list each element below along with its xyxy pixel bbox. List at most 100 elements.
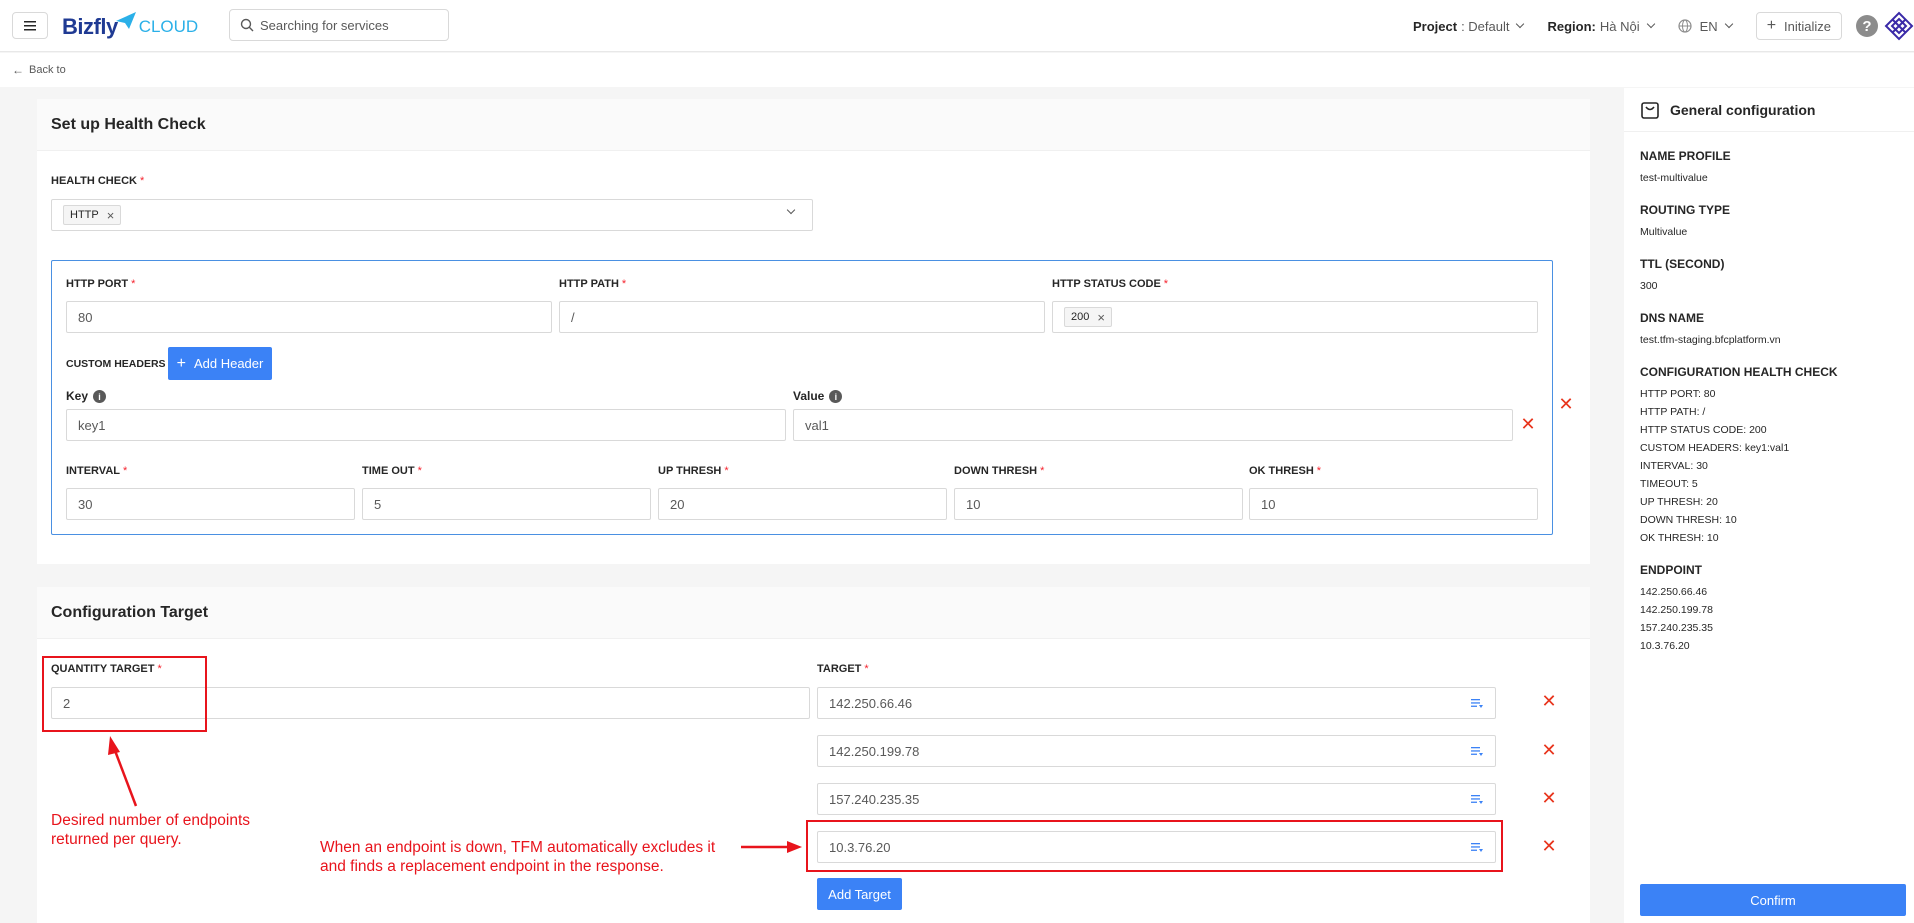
label-text: Key xyxy=(66,389,89,403)
health-check-tag: HTTP × xyxy=(63,205,122,225)
http-port-input[interactable]: 80 xyxy=(66,301,552,333)
summary-line: HTTP STATUS CODE: 200 xyxy=(1640,424,1767,436)
brand-logo[interactable]: Bizfly CLOUD xyxy=(62,12,198,42)
up-thresh-input[interactable]: 20 xyxy=(658,488,947,520)
section-title: NAME PROFILE xyxy=(1640,149,1731,163)
back-label: Back to xyxy=(29,64,66,76)
down-thresh-label: DOWN THRESH * xyxy=(954,465,1045,477)
http-status-label: HTTP STATUS CODE * xyxy=(1052,278,1169,290)
menu-button[interactable] xyxy=(12,12,48,39)
section-title: ENDPOINT xyxy=(1640,563,1703,577)
brand-sub: CLOUD xyxy=(138,17,199,36)
label-text: OK THRESH xyxy=(1249,465,1314,477)
endpoint-item: 10.3.76.20 xyxy=(1640,640,1690,652)
close-icon[interactable]: × xyxy=(1097,310,1105,325)
dns-section: DNS NAME test.tfm-staging.bfcplatform.vn xyxy=(1640,311,1781,349)
close-icon[interactable]: × xyxy=(107,208,115,223)
back-bar: ← Back to xyxy=(0,53,1914,87)
label-text: HEALTH CHECK xyxy=(51,175,137,187)
summary-line: DOWN THRESH: 10 xyxy=(1640,514,1737,526)
region-selector[interactable]: Region: Hà Nội xyxy=(1547,18,1655,34)
endpoint-section: ENDPOINT 142.250.66.46 142.250.199.78 15… xyxy=(1640,563,1713,655)
header-value-input[interactable]: val1 xyxy=(793,409,1513,441)
chevron-down-icon xyxy=(1724,19,1733,29)
info-icon[interactable]: i xyxy=(829,390,843,404)
plus-icon: + xyxy=(1766,17,1777,34)
section-title: CONFIGURATION HEALTH CHECK xyxy=(1640,365,1838,379)
initialize-button[interactable]: + Initialize xyxy=(1755,12,1842,40)
annotation-line: Desired number of endpoints xyxy=(51,812,251,829)
remove-health-config-icon[interactable]: ✕ xyxy=(1557,395,1575,413)
search-placeholder: Searching for services xyxy=(260,17,389,33)
down-thresh-input[interactable]: 10 xyxy=(954,488,1243,520)
http-path-input[interactable]: / xyxy=(559,301,1045,333)
remove-target-icon[interactable]: ✕ xyxy=(1540,741,1558,759)
add-target-button[interactable]: Add Target xyxy=(817,878,902,910)
project-selector[interactable]: Project : Default xyxy=(1413,18,1525,34)
target-input[interactable]: 142.250.199.78 xyxy=(817,735,1496,767)
section-title: DNS NAME xyxy=(1640,311,1705,325)
http-status-select[interactable]: 200 × xyxy=(1052,301,1538,333)
label-text: HTTP PATH xyxy=(559,278,619,290)
remove-target-icon[interactable]: ✕ xyxy=(1540,692,1558,710)
back-link[interactable]: ← Back to xyxy=(12,63,66,77)
help-icon[interactable]: ? xyxy=(1856,15,1878,37)
edit-list-icon[interactable] xyxy=(1471,794,1483,804)
add-header-button[interactable]: + Add Header xyxy=(168,347,272,380)
remove-header-icon[interactable]: ✕ xyxy=(1519,415,1537,433)
target-value: 142.250.199.78 xyxy=(829,743,920,759)
label-text: UP THRESH xyxy=(658,465,722,477)
timeout-label: TIME OUT * xyxy=(362,465,422,477)
custom-headers-label: CUSTOM HEADERS xyxy=(66,358,166,370)
confirm-button[interactable]: Confirm xyxy=(1640,884,1906,916)
ok-thresh-input[interactable]: 10 xyxy=(1249,488,1538,520)
edit-list-icon[interactable] xyxy=(1471,746,1483,756)
region-value: Hà Nội xyxy=(1599,18,1640,34)
health-check-summary-section: CONFIGURATION HEALTH CHECK HTTP PORT: 80… xyxy=(1640,365,1838,547)
edit-list-icon[interactable] xyxy=(1471,698,1483,708)
endpoint-item: 142.250.66.46 xyxy=(1640,586,1708,598)
summary-line: TIMEOUT: 5 xyxy=(1640,478,1698,490)
label-text: TARGET xyxy=(817,663,862,675)
timeout-input[interactable]: 5 xyxy=(362,488,651,520)
general-config-title: General configuration xyxy=(1670,101,1816,118)
summary-line: INTERVAL: 30 xyxy=(1640,460,1708,472)
section-value: 300 xyxy=(1640,280,1658,292)
down-endpoint-annotation: When an endpoint is down, TFM automatica… xyxy=(320,838,715,876)
target-label: TARGET * xyxy=(817,663,869,675)
summary-line: UP THRESH: 20 xyxy=(1640,496,1718,508)
summary-line: CUSTOM HEADERS: key1:val1 xyxy=(1640,442,1790,454)
summary-line: HTTP PORT: 80 xyxy=(1640,388,1716,400)
label-text: HTTP STATUS CODE xyxy=(1052,278,1161,290)
label-text: INTERVAL xyxy=(66,465,120,477)
hamburger-icon xyxy=(24,20,36,30)
top-bar: Bizfly CLOUD Searching for services Proj… xyxy=(0,0,1914,52)
search-input[interactable]: Searching for services xyxy=(229,9,449,41)
health-check-select[interactable]: HTTP × xyxy=(51,199,813,231)
target-input[interactable]: 157.240.235.35 xyxy=(817,783,1496,815)
up-thresh-label: UP THRESH * xyxy=(658,465,729,477)
arrow-left-icon: ← xyxy=(12,63,24,77)
interval-input[interactable]: 30 xyxy=(66,488,355,520)
section-title: ROUTING TYPE xyxy=(1640,203,1731,217)
down-endpoint-highlight-box xyxy=(806,820,1503,872)
section-value: Multivalue xyxy=(1640,226,1688,238)
info-icon[interactable]: i xyxy=(93,390,107,404)
routing-type-section: ROUTING TYPE Multivalue xyxy=(1640,203,1730,241)
value-label: Value i xyxy=(793,389,843,404)
config-target-title: Configuration Target xyxy=(37,587,1590,639)
annotation-line: returned per query. xyxy=(51,831,182,848)
remove-target-icon[interactable]: ✕ xyxy=(1540,837,1558,855)
project-value: : Default xyxy=(1461,18,1510,34)
target-input[interactable]: 142.250.66.46 xyxy=(817,687,1496,719)
annotation-line: When an endpoint is down, TFM automatica… xyxy=(320,839,716,856)
header-key-input[interactable]: key1 xyxy=(66,409,786,441)
apps-grid-icon[interactable] xyxy=(1884,11,1914,41)
http-path-label: HTTP PATH * xyxy=(559,278,627,290)
region-label: Region: xyxy=(1547,18,1596,34)
remove-target-icon[interactable]: ✕ xyxy=(1540,789,1558,807)
target-value: 157.240.235.35 xyxy=(829,791,920,807)
interval-label: INTERVAL * xyxy=(66,465,128,477)
language-selector[interactable]: EN xyxy=(1678,19,1733,34)
label-text: DOWN THRESH xyxy=(954,465,1038,477)
